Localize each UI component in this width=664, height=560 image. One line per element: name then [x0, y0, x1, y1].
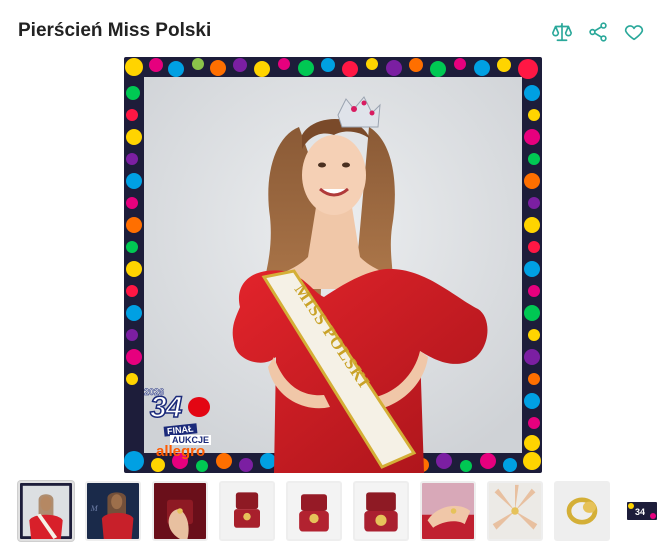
svg-text:M: M: [90, 504, 99, 513]
header-actions: [550, 20, 646, 44]
thumbnail-7[interactable]: [420, 481, 476, 541]
page-title: Pierścień Miss Polski: [18, 20, 212, 41]
main-product-image[interactable]: MISS POLSKI 2026 34 FINAŁ AUKCJE allegro: [124, 57, 542, 473]
wosp-auction-logo: 2026 34 FINAŁ AUKCJE allegro: [136, 379, 218, 460]
allegro-logo: allegro: [156, 443, 206, 460]
compare-button[interactable]: [550, 20, 574, 44]
favorite-button[interactable]: [622, 20, 646, 44]
thumbnail-5[interactable]: [286, 481, 342, 541]
thumbnail-3[interactable]: [152, 481, 208, 541]
thumbnail-9[interactable]: [554, 481, 610, 541]
share-icon: [589, 22, 607, 42]
thumbnail-1[interactable]: [18, 481, 74, 541]
thumbnail-strip: M 34: [18, 481, 657, 541]
thumbnail-2[interactable]: M: [85, 481, 141, 541]
wosp-number: 34: [149, 390, 183, 425]
share-button[interactable]: [586, 20, 610, 44]
heart-icon: [624, 25, 644, 41]
thumbnail-10[interactable]: 34: [627, 502, 657, 520]
thumbnail-6[interactable]: [353, 481, 409, 541]
thumbnail-4[interactable]: [219, 481, 275, 541]
thumbnail-8[interactable]: [487, 481, 543, 541]
compare-scales-icon: [552, 22, 572, 42]
wosp-heart-icon: [188, 397, 210, 417]
svg-text:34: 34: [635, 507, 645, 517]
